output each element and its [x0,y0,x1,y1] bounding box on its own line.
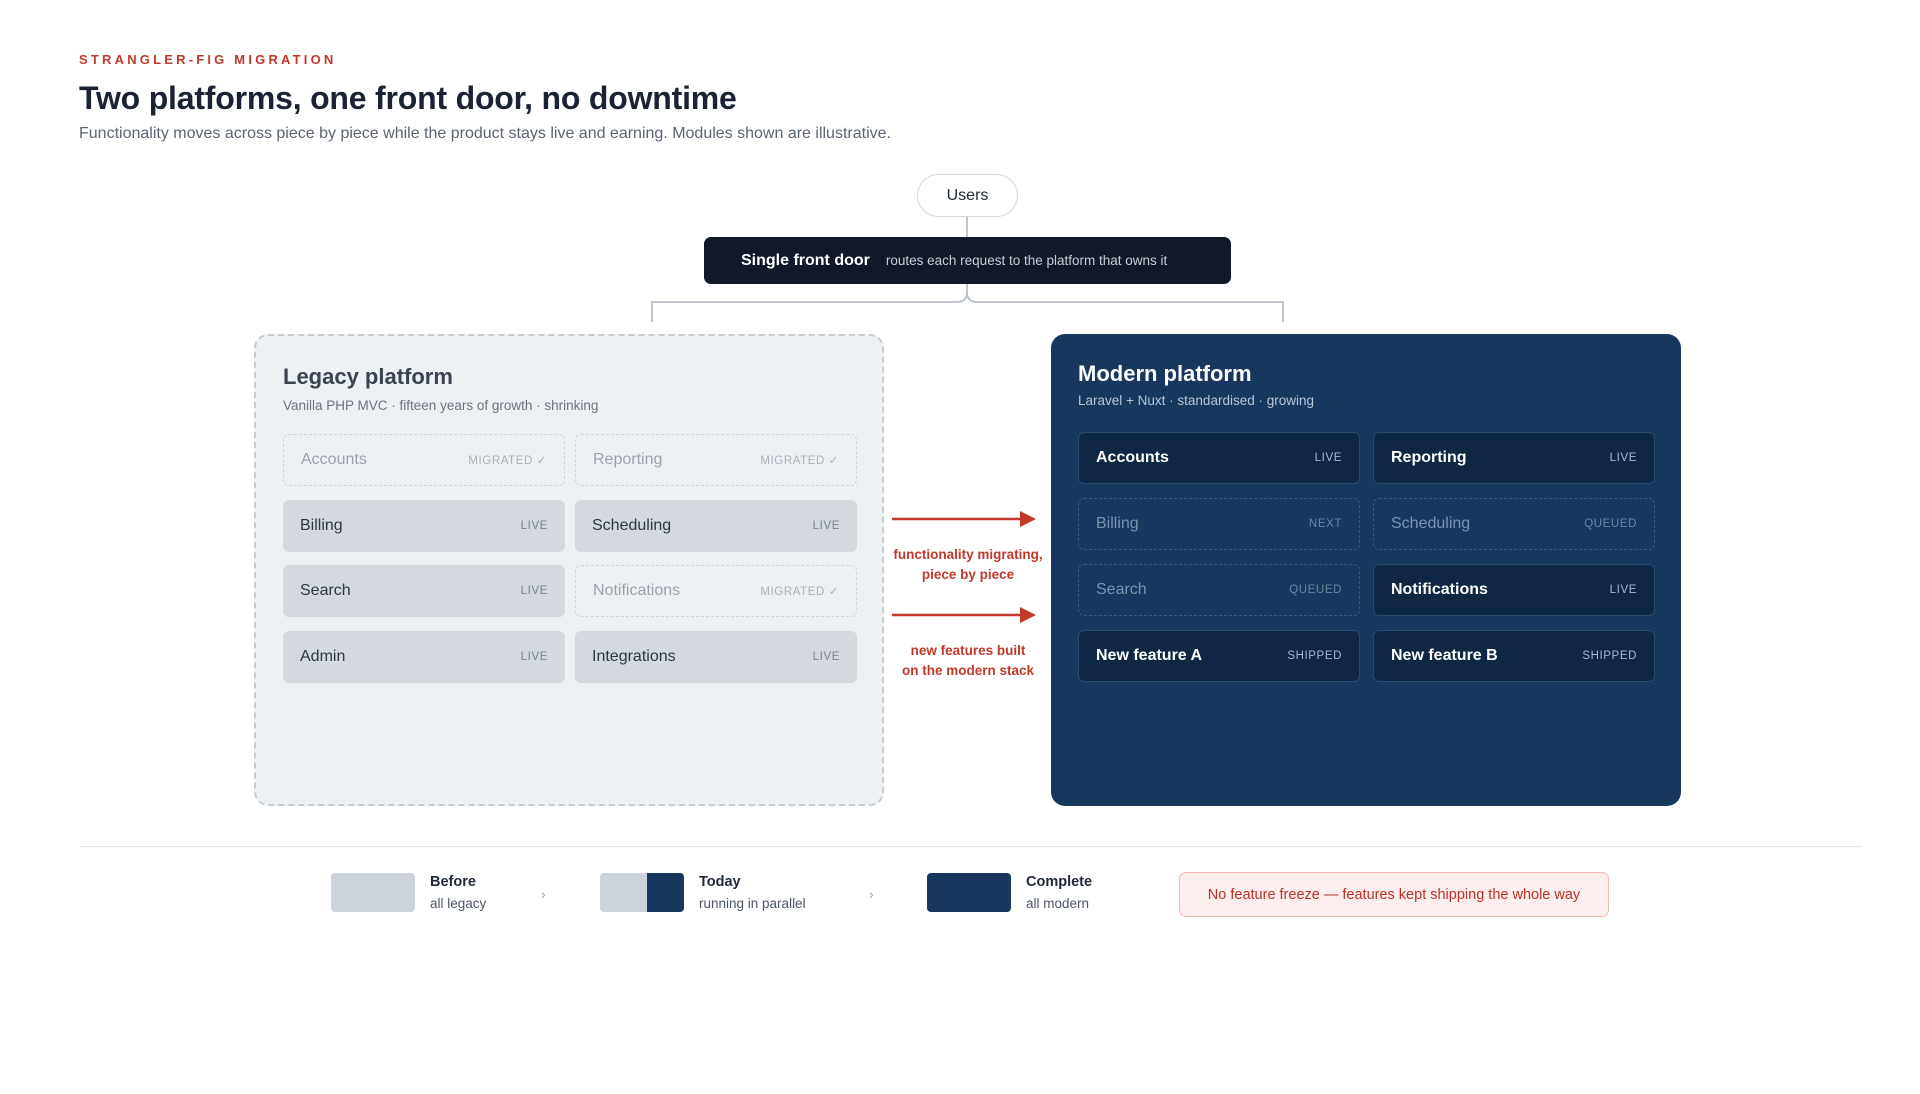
modern-module-scheduling: Scheduling QUEUED [1373,498,1655,550]
module-name: Search [300,582,351,599]
module-status: MIGRATED ✓ [760,455,839,467]
no-feature-freeze-note: No feature freeze — features kept shippi… [1179,872,1609,917]
module-name: New feature A [1096,647,1203,664]
legend-today-title: Today [699,874,741,890]
new-features-note: new features built on the modern stack [878,641,1058,681]
module-name: Notifications [593,582,681,599]
legend-complete-sub: all modern [1026,896,1090,911]
legacy-module-admin: Admin LIVE [283,631,565,683]
modern-module-accounts: Accounts LIVE [1078,432,1360,484]
section-divider [79,846,1862,847]
modern-route-connector [966,291,1284,322]
legend-complete-title: Complete [1026,874,1093,890]
modern-module-new-feature-a: New feature A SHIPPED [1078,630,1360,682]
module-name: Notifications [1391,581,1488,598]
module-name: Search [1096,581,1147,598]
module-status: LIVE [520,520,548,532]
module-name: Integrations [592,648,676,665]
legacy-module-notifications: Notifications MIGRATED ✓ [575,565,857,617]
front-door-description: routes each request to the platform that… [885,253,1168,268]
new-features-note-line2: on the modern stack [901,663,1035,678]
modern-subtitle: Laravel + Nuxt · standardised · growing [1078,393,1314,408]
users-node: Users [917,174,1018,217]
legend-swatch-before [331,873,415,912]
legacy-module-accounts: Accounts MIGRATED ✓ [283,434,565,486]
legacy-module-billing: Billing LIVE [283,500,565,552]
module-status: LIVE [1609,584,1637,596]
module-status: NEXT [1308,518,1342,530]
modern-module-notifications: Notifications LIVE [1373,564,1655,616]
legacy-route-connector [651,284,968,322]
module-name: Reporting [1391,449,1467,466]
module-status: LIVE [812,520,840,532]
migrating-arrow-head [1020,511,1036,527]
module-status: SHIPPED [1287,650,1342,662]
legend-swatch-today-modern-part [647,873,684,912]
legacy-module-integrations: Integrations LIVE [575,631,857,683]
front-door-title: Single front door [741,251,870,269]
migrating-note: functionality migrating, piece by piece [878,545,1058,585]
module-name: Scheduling [1391,515,1471,532]
chevron-right-icon: › [541,886,546,902]
migrating-note-line1: functionality migrating, [893,547,1043,562]
legend-today-sub: running in parallel [699,896,806,911]
module-status: QUEUED [1584,518,1637,530]
modern-module-search: Search QUEUED [1078,564,1360,616]
modern-title: Modern platform [1078,361,1252,386]
migrating-note-line2: piece by piece [921,567,1015,582]
legacy-subtitle: Vanilla PHP MVC · fifteen years of growt… [283,398,599,413]
legacy-platform-panel: Legacy platform Vanilla PHP MVC · fiftee… [254,334,884,806]
legacy-module-reporting: Reporting MIGRATED ✓ [575,434,857,486]
module-status: LIVE [812,651,840,663]
legend-swatch-today [600,873,684,912]
module-name: New feature B [1391,647,1498,664]
module-name: Reporting [593,451,663,468]
module-status: QUEUED [1289,584,1342,596]
legend-swatch-complete [927,873,1011,912]
legend-before-title: Before [430,874,476,890]
legend-before-sub: all legacy [430,896,487,911]
module-name: Billing [1096,515,1139,532]
legacy-module-scheduling: Scheduling LIVE [575,500,857,552]
chevron-right-icon: › [869,886,874,902]
module-name: Admin [300,648,346,665]
modern-module-reporting: Reporting LIVE [1373,432,1655,484]
module-status: MIGRATED ✓ [468,455,547,467]
module-status: LIVE [1609,452,1637,464]
module-status: LIVE [1314,452,1342,464]
module-status: MIGRATED ✓ [760,586,839,598]
module-status: SHIPPED [1582,650,1637,662]
module-name: Accounts [301,451,367,468]
front-door-router: Single front door routes each request to… [704,237,1231,284]
modern-module-billing: Billing NEXT [1078,498,1360,550]
module-status: LIVE [520,585,548,597]
legacy-title: Legacy platform [283,364,453,389]
new-features-note-line1: new features built [910,643,1026,658]
new-features-arrow-head [1020,607,1036,623]
modern-module-new-feature-b: New feature B SHIPPED [1373,630,1655,682]
module-name: Scheduling [592,517,672,534]
legacy-module-search: Search LIVE [283,565,565,617]
module-status: LIVE [520,651,548,663]
modern-platform-panel: Modern platform Laravel + Nuxt · standar… [1051,334,1681,806]
module-name: Accounts [1096,449,1169,466]
module-name: Billing [300,517,343,534]
